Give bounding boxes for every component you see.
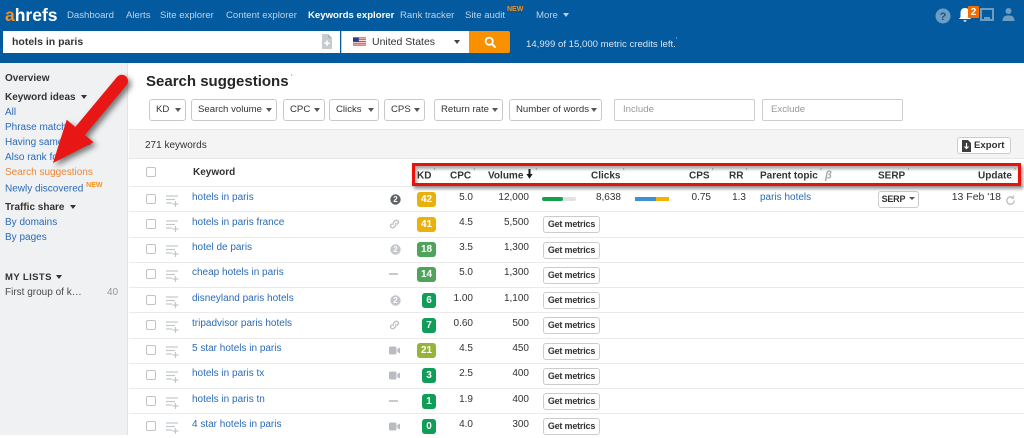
svg-text:?: ?: [940, 11, 947, 23]
svg-text:2: 2: [393, 296, 398, 305]
svg-text:2: 2: [393, 245, 398, 254]
svg-text:2: 2: [393, 195, 398, 204]
